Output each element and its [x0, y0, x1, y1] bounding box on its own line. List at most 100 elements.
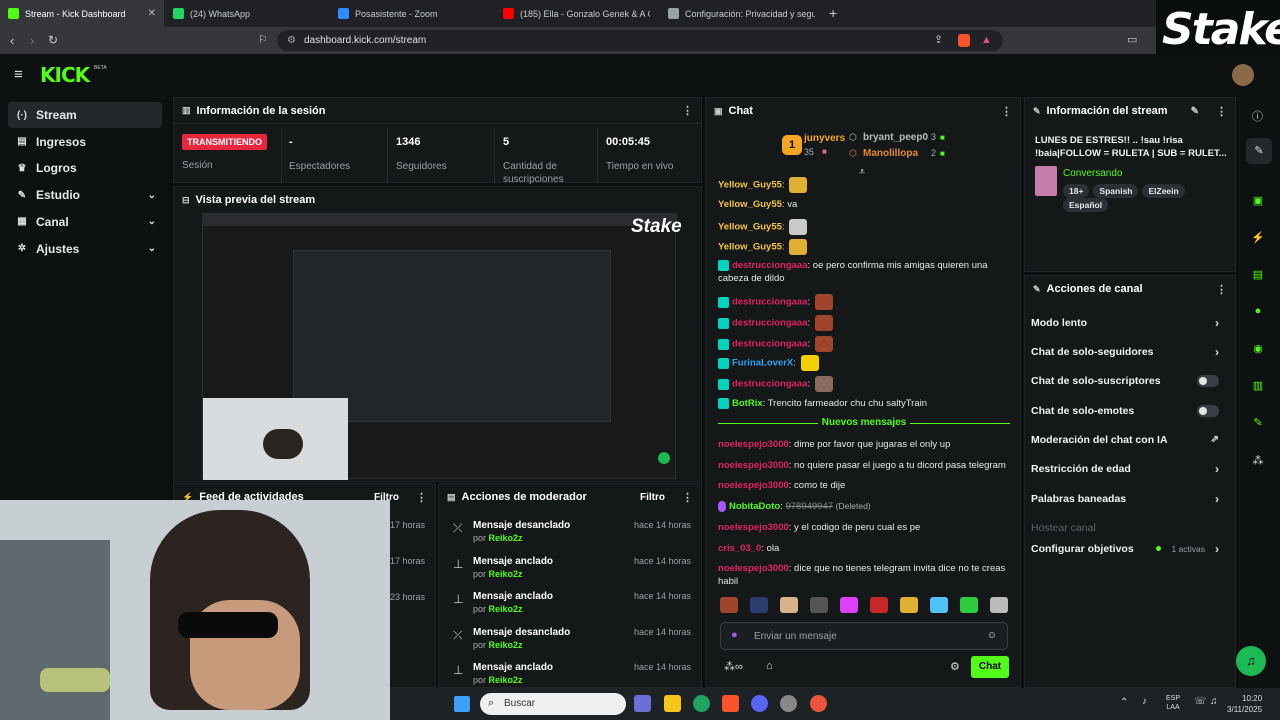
folder-icon[interactable]	[664, 695, 681, 712]
broadcast-icon[interactable]: ◉	[1246, 336, 1270, 360]
emote-icon[interactable]	[990, 597, 1008, 613]
channel-action-configurar-objetivos[interactable]: Configurar objetivos › 1 activas	[1031, 534, 1227, 563]
chevron-down-icon[interactable]: ⌄	[148, 190, 156, 201]
edit-stream-icon[interactable]: ✎	[1246, 138, 1272, 164]
edit-icon[interactable]: ✎	[1191, 106, 1199, 117]
chat-username[interactable]: Yellow_Guy55	[718, 242, 782, 253]
windows-start-icon[interactable]	[454, 696, 470, 712]
back-icon[interactable]: ‹	[10, 33, 14, 48]
sidebar-item-ajustes[interactable]: ✲ Ajustes ⌄	[8, 236, 162, 262]
chat-username[interactable]: Yellow_Guy55	[718, 199, 782, 210]
emote-icon[interactable]	[840, 597, 858, 613]
send-chat-button[interactable]: Chat	[971, 656, 1009, 678]
share-icon[interactable]: ⇪	[934, 33, 943, 46]
stream-preview-video[interactable]: Stake	[202, 213, 682, 480]
network-icon[interactable]: ☏	[1194, 696, 1207, 707]
layout-icon[interactable]: ▥	[1246, 373, 1270, 397]
channel-action-modo-lento[interactable]: Modo lento ›	[1031, 308, 1227, 337]
chat-bubble-icon[interactable]: ●	[1246, 299, 1270, 323]
store-icon[interactable]: ⌂	[766, 660, 773, 672]
chat-username[interactable]: noelespejo3000	[718, 522, 789, 533]
stream-tag[interactable]: ElZeein	[1142, 184, 1185, 198]
sidebar-item-stream[interactable]: (·) Stream	[8, 102, 162, 128]
kebab-icon[interactable]: ⋮	[1216, 283, 1227, 296]
browser-tab[interactable]: Configuración: Privacidad y segurida	[660, 0, 824, 27]
chat-username[interactable]: Yellow_Guy55	[718, 222, 782, 233]
chrome-icon[interactable]	[693, 695, 710, 712]
chat-username[interactable]: noelespejo3000	[718, 460, 789, 471]
emote-icon[interactable]	[870, 597, 888, 613]
mod-username[interactable]: Reiko2z	[489, 604, 523, 614]
mod-username[interactable]: Reiko2z	[489, 675, 523, 685]
chevron-right-icon[interactable]: ›	[1215, 542, 1219, 556]
emote-icon[interactable]	[930, 597, 948, 613]
chevron-right-icon[interactable]: ›	[1215, 316, 1219, 330]
brave-icon[interactable]	[722, 695, 739, 712]
gifter-name[interactable]: bryant_peep0	[863, 132, 928, 143]
language-indicator[interactable]: ESP LAA	[1166, 694, 1180, 712]
toggle-switch[interactable]	[1197, 374, 1219, 387]
forward-icon[interactable]: ›	[30, 33, 34, 48]
chat-username[interactable]: noelespejo3000	[718, 563, 789, 574]
kebab-icon[interactable]: ⋮	[1216, 105, 1227, 118]
emote-icon[interactable]	[720, 597, 738, 613]
chat-username[interactable]: destrucciongaaa	[732, 260, 808, 271]
sidebar-item-estudio[interactable]: ✎ Estudio ⌄	[8, 182, 162, 208]
bolt-icon[interactable]: ⚡	[1246, 225, 1270, 249]
site-info-icon[interactable]: ⚙	[287, 35, 296, 46]
emote-icon[interactable]	[750, 597, 768, 613]
volume-icon[interactable]: ♫	[1210, 696, 1218, 707]
chat-username[interactable]: cris_03_0	[718, 543, 761, 554]
chat-settings-icon[interactable]: ⚙	[950, 660, 960, 673]
chat-username[interactable]: noelespejo3000	[718, 439, 789, 450]
kebab-icon[interactable]: ⋮	[682, 491, 693, 504]
chat-username[interactable]: BotRix	[732, 398, 763, 409]
channel-action-chat-de-solo-emotes[interactable]: Chat de solo-emotes	[1031, 396, 1227, 425]
chat-username[interactable]: NobitaDoto	[729, 501, 780, 512]
browser-tab[interactable]: (24) WhatsApp	[165, 0, 329, 27]
chat-username[interactable]: Yellow_Guy55	[718, 180, 782, 191]
top-gifter-name[interactable]: junyvers	[804, 133, 845, 144]
kebab-icon[interactable]: ⋮	[1001, 105, 1012, 118]
info-icon[interactable]: ⓘ	[1252, 108, 1263, 124]
channel-action-palabras-baneadas[interactable]: Palabras baneadas ›	[1031, 484, 1227, 513]
mod-username[interactable]: Reiko2z	[489, 569, 523, 579]
tools-icon[interactable]: ✎	[1246, 410, 1270, 434]
emote-icon[interactable]	[780, 597, 798, 613]
more-icon[interactable]: ⁂	[1246, 448, 1270, 472]
support-icon[interactable]: ♫	[1236, 646, 1266, 676]
points-icon[interactable]: ⁂∞	[724, 660, 743, 673]
external-link-icon[interactable]: ⇗	[1211, 434, 1219, 445]
chevron-right-icon[interactable]: ›	[1215, 345, 1219, 359]
sidebar-item-logros[interactable]: ♛ Logros	[8, 155, 162, 181]
channel-action-restricci-n-de-edad[interactable]: Restricción de edad ›	[1031, 454, 1227, 483]
firefox-icon[interactable]	[810, 695, 827, 712]
chevron-right-icon[interactable]: ›	[1215, 462, 1219, 476]
taskbar-search[interactable]: ⌕ Buscar	[480, 693, 626, 715]
close-tab-icon[interactable]: ✕	[148, 8, 156, 19]
stream-tag[interactable]: 18+	[1063, 184, 1090, 198]
microphone-tray-icon[interactable]: ♪	[1142, 696, 1147, 707]
brave-shield-icon[interactable]	[958, 34, 970, 47]
url-field[interactable]: ⚙ dashboard.kick.com/stream	[277, 30, 1003, 51]
kick-logo[interactable]: KICK	[40, 63, 90, 87]
chat-username[interactable]: destrucciongaaa	[732, 339, 808, 350]
stream-tag[interactable]: Spanish	[1093, 184, 1139, 198]
stream-tag[interactable]: Español	[1063, 198, 1109, 212]
chat-input[interactable]: ● Enviar un mensaje ☺	[720, 622, 1008, 650]
category-link[interactable]: Conversando	[1063, 168, 1122, 179]
channel-action-chat-de-solo-seguidores[interactable]: Chat de solo-seguidores ›	[1031, 337, 1227, 366]
clock[interactable]: 10:20 3/11/2025	[1227, 693, 1262, 715]
teams-icon[interactable]	[634, 695, 651, 712]
menu-icon[interactable]: ≡	[14, 66, 23, 83]
sidebar-toggle-icon[interactable]: ▭	[1127, 33, 1137, 46]
avatar[interactable]	[1232, 64, 1254, 86]
chevron-down-icon[interactable]: ⌄	[148, 243, 156, 254]
chat-username[interactable]: noelespejo3000	[718, 480, 789, 491]
chat-username[interactable]: destrucciongaaa	[732, 318, 808, 329]
mod-username[interactable]: Reiko2z	[489, 640, 523, 650]
mod-username[interactable]: Reiko2z	[489, 533, 523, 543]
obs-icon[interactable]	[780, 695, 797, 712]
notes-icon[interactable]: ▤	[1246, 262, 1270, 286]
emote-icon[interactable]	[900, 597, 918, 613]
